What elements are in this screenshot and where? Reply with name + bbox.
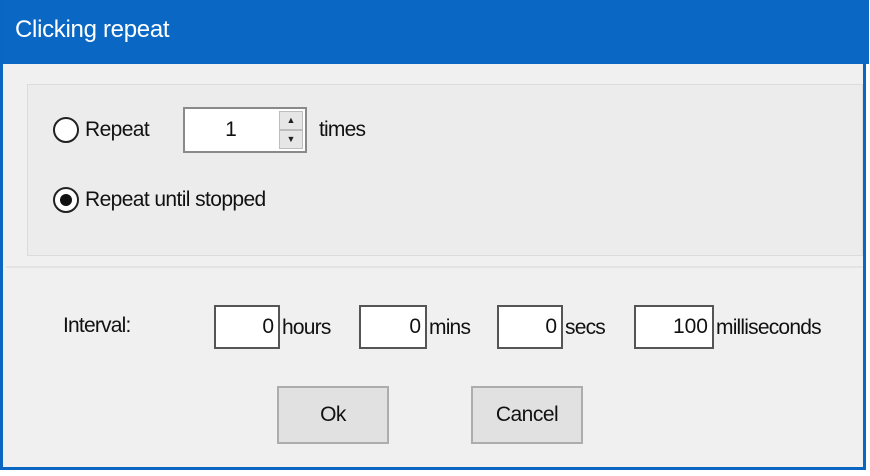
hours-input[interactable]: 0	[214, 305, 280, 349]
title-bar[interactable]: Clicking repeat	[3, 0, 869, 64]
cancel-button[interactable]: Cancel	[471, 386, 583, 444]
repeat-times-radio[interactable]	[53, 117, 79, 143]
radio-selected-dot	[60, 194, 72, 206]
repeat-options-panel	[27, 84, 863, 256]
times-label: times	[319, 118, 366, 141]
section-divider	[6, 266, 863, 268]
repeat-until-stopped-option[interactable]: Repeat until stopped	[53, 187, 266, 213]
mins-label: mins	[429, 316, 471, 339]
secs-input[interactable]: 0	[497, 305, 563, 349]
repeat-count-value[interactable]: 1	[185, 109, 277, 151]
mins-input[interactable]: 0	[359, 305, 427, 349]
repeat-label: Repeat	[85, 118, 150, 141]
dialog-window: Clicking repeat Repeat 1 ▲ ▼ times Repea…	[0, 0, 869, 470]
repeat-until-stopped-radio[interactable]	[53, 187, 79, 213]
repeat-until-stopped-label: Repeat until stopped	[85, 188, 266, 211]
up-arrow-icon[interactable]: ▲	[279, 111, 303, 130]
hours-label: hours	[282, 316, 331, 339]
milliseconds-label: milliseconds	[716, 316, 822, 339]
window-title: Clicking repeat	[15, 16, 170, 43]
milliseconds-input[interactable]: 100	[634, 305, 714, 349]
interval-label: Interval:	[63, 314, 131, 337]
repeat-times-option[interactable]: Repeat	[53, 117, 150, 143]
ok-button[interactable]: Ok	[277, 386, 389, 444]
down-arrow-icon[interactable]: ▼	[279, 130, 303, 149]
repeat-count-spinner[interactable]: 1 ▲ ▼	[183, 107, 307, 153]
secs-label: secs	[565, 316, 606, 339]
